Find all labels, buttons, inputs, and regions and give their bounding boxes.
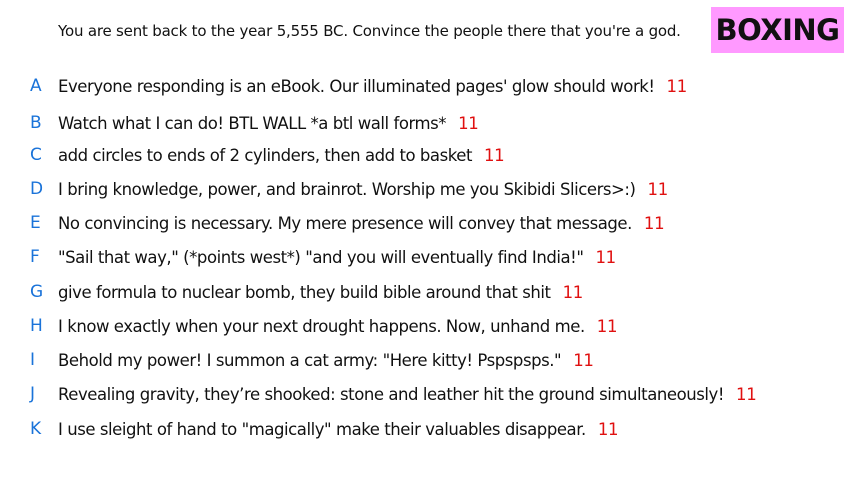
answer-letter: F — [30, 247, 40, 267]
answer-letter: H — [30, 316, 43, 336]
answer-text: I know exactly when your next drought ha… — [58, 316, 585, 336]
answer-letter: C — [30, 145, 42, 165]
answer-row-h: H I know exactly when your next drought … — [0, 310, 853, 342]
answer-row-f: F "Sail that way," (*points west*) "and … — [0, 241, 853, 273]
answer-row-k: K I use sleight of hand to "magically" m… — [0, 413, 853, 445]
answer-text: Watch what I can do! BTL WALL *a btl wal… — [58, 113, 447, 133]
answer-row-b: B Watch what I can do! BTL WALL *a btl w… — [0, 107, 853, 139]
answer-row-c: C add circles to ends of 2 cylinders, th… — [0, 139, 853, 171]
answer-text: give formula to nuclear bomb, they build… — [58, 282, 551, 302]
answer-letter: G — [30, 282, 44, 302]
answer-row-g: G give formula to nuclear bomb, they bui… — [0, 276, 853, 308]
question-prompt: You are sent back to the year 5,555 BC. … — [58, 22, 681, 40]
answer-letter: K — [30, 419, 42, 439]
answer-letter: J — [30, 384, 36, 404]
answer-score: 11 — [596, 316, 618, 336]
answer-score: 11 — [666, 76, 688, 96]
answer-score: 11 — [458, 113, 479, 133]
answer-letter: E — [30, 213, 41, 233]
answer-text: "Sail that way," (*points west*) "and yo… — [58, 247, 584, 267]
answer-score: 11 — [562, 282, 584, 302]
answer-letter: I — [30, 350, 36, 370]
answer-text: I bring knowledge, power, and brainrot. … — [58, 179, 636, 199]
answer-row-i: I Behold my power! I summon a cat army: … — [0, 344, 853, 376]
answer-row-e: E No convincing is necessary. My mere pr… — [0, 207, 853, 239]
answer-score: 11 — [573, 350, 594, 370]
answer-score: 11 — [483, 145, 505, 165]
answer-letter: B — [30, 113, 42, 133]
answer-score: 11 — [736, 384, 757, 404]
answer-text: Behold my power! I summon a cat army: "H… — [58, 350, 562, 370]
answer-text: Revealing gravity, they’re shooked: ston… — [58, 384, 724, 404]
category-badge: BOXING — [711, 7, 844, 53]
answer-letter: A — [30, 76, 42, 96]
answer-text: No convincing is necessary. My mere pres… — [58, 213, 632, 233]
answer-text: Everyone responding is an eBook. Our ill… — [58, 76, 655, 96]
answer-row-j: J Revealing gravity, they’re shooked: st… — [0, 378, 853, 410]
answer-row-d: D I bring knowledge, power, and brainrot… — [0, 173, 853, 205]
answer-letter: D — [30, 179, 44, 199]
answer-score: 11 — [597, 419, 619, 439]
answer-score: 11 — [595, 247, 616, 267]
answer-score: 11 — [643, 213, 665, 233]
answer-score: 11 — [647, 179, 669, 199]
answer-row-a: A Everyone responding is an eBook. Our i… — [0, 70, 853, 102]
answer-text: I use sleight of hand to "magically" mak… — [58, 419, 586, 439]
answer-text: add circles to ends of 2 cylinders, then… — [58, 145, 472, 165]
